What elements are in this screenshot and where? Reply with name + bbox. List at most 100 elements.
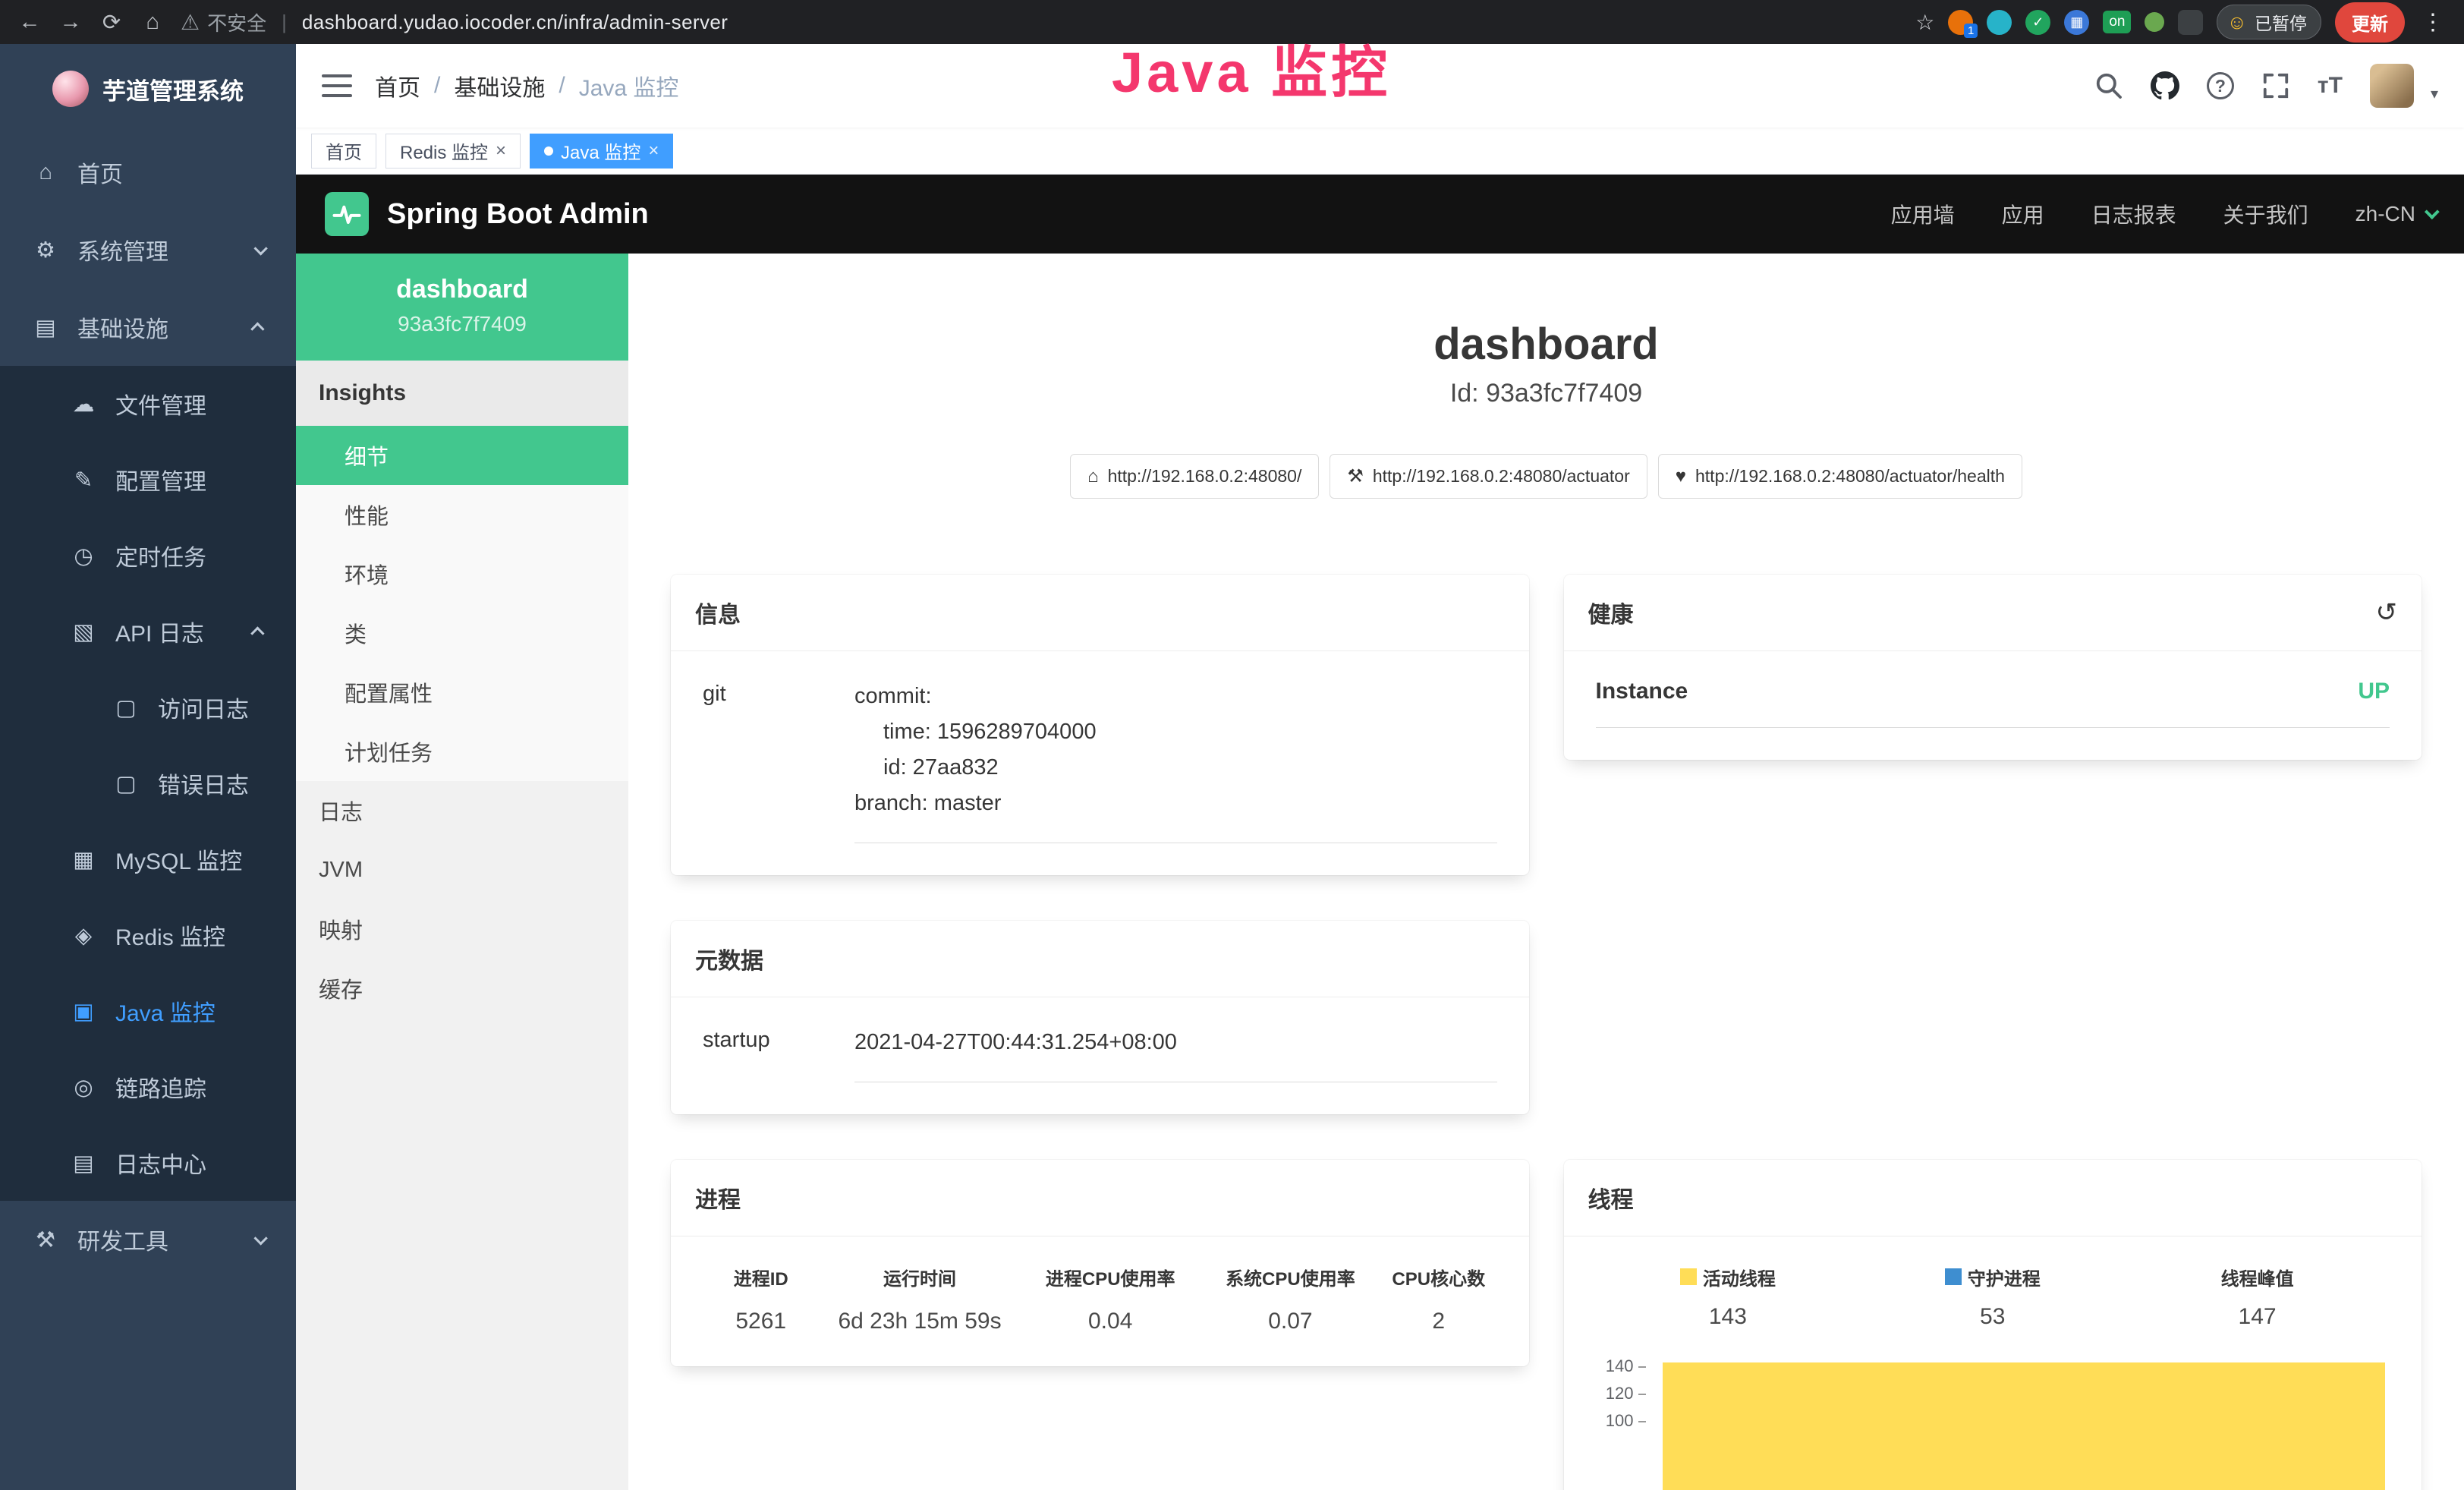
info-line: time: 1596289704000	[854, 714, 1497, 750]
browser-update-button[interactable]: 更新	[2335, 2, 2405, 43]
sidebar-item-log-center[interactable]: ▤ 日志中心	[0, 1125, 296, 1201]
hamburger-icon[interactable]	[322, 74, 352, 97]
security-warning[interactable]: ⚠ 不安全	[181, 8, 266, 36]
sidebar-item-mysql-monitor[interactable]: ▦ MySQL 监控	[0, 821, 296, 897]
sba-item-jvm[interactable]: JVM	[296, 840, 628, 899]
bookmark-star-icon[interactable]: ☆	[1915, 10, 1934, 35]
user-avatar[interactable]	[2370, 64, 2414, 108]
tab-home[interactable]: 首页	[311, 134, 376, 169]
sba-item-details[interactable]: 细节	[296, 426, 628, 485]
app-frame: 芋道管理系统 ⌂ 首页 ⚙ 系统管理 ▤ 基础设施	[0, 44, 2464, 1490]
sba-item-environment[interactable]: 环境	[296, 544, 628, 603]
extensions-puzzle-icon[interactable]	[2178, 10, 2203, 35]
link-health-url[interactable]: ♥ http://192.168.0.2:48080/actuator/heal…	[1658, 454, 2022, 499]
sba-group-insights[interactable]: Insights	[296, 361, 628, 426]
sba-nav-journal[interactable]: 日志报表	[2091, 199, 2176, 229]
browser-home-icon[interactable]: ⌂	[140, 10, 165, 35]
app-logo[interactable]: 芋道管理系统	[0, 44, 296, 134]
close-icon[interactable]: ×	[496, 142, 506, 160]
sidebar-item-access-logs[interactable]: ▢ 访问日志	[0, 669, 296, 745]
sba-item-classes[interactable]: 类	[296, 603, 628, 663]
sidebar-item-label: 系统管理	[77, 233, 168, 266]
sidebar-item-config-management[interactable]: ✎ 配置管理	[0, 442, 296, 518]
link-actuator-url[interactable]: ⚒ http://192.168.0.2:48080/actuator	[1330, 454, 1647, 499]
process-card-title: 进程	[695, 1181, 741, 1214]
avatar-caret-icon[interactable]: ▾	[2431, 84, 2438, 108]
history-icon[interactable]: ↺	[2376, 600, 2398, 625]
close-icon[interactable]: ×	[648, 142, 659, 160]
browser-back-icon[interactable]: ←	[17, 10, 42, 35]
sba-brand-title[interactable]: Spring Boot Admin	[387, 198, 649, 231]
sidebar-item-error-logs[interactable]: ▢ 错误日志	[0, 745, 296, 821]
sba-nav-about[interactable]: 关于我们	[2223, 199, 2308, 229]
process-col-value: 5261	[703, 1309, 819, 1334]
info-row-git: git commit: time: 1596289704000 id: 27aa…	[703, 679, 1497, 843]
tag-tabs-bar: 首页 Redis 监控 × Java 监控 ×	[296, 128, 2464, 175]
fullscreen-icon[interactable]	[2261, 71, 2290, 100]
sidebar-item-home[interactable]: ⌂ 首页	[0, 134, 296, 211]
tab-java-monitor[interactable]: Java 监控 ×	[530, 134, 673, 169]
threads-card-title: 线程	[1588, 1181, 1634, 1214]
github-icon[interactable]	[2151, 71, 2179, 100]
breadcrumb-infrastructure[interactable]: 基础设施	[454, 69, 545, 102]
address-bar[interactable]: dashboard.yudao.iocoder.cn/infra/admin-s…	[302, 11, 728, 34]
sidebar-item-redis-monitor[interactable]: ◈ Redis 监控	[0, 897, 296, 973]
paused-badge[interactable]: ☺ 已暂停	[2217, 5, 2321, 39]
info-card: 信息 git commit: time: 1596289704000 id: 2	[671, 575, 1529, 875]
sidebar-item-tracing[interactable]: ◎ 链路追踪	[0, 1049, 296, 1125]
annotation-java-monitor: Java 监控	[1112, 27, 1391, 109]
sba-logo-icon[interactable]	[325, 192, 369, 236]
sba-instance-header[interactable]: dashboard 93a3fc7f7409	[296, 254, 628, 361]
legend-value: 147	[2125, 1304, 2390, 1330]
sba-item-logs[interactable]: 日志	[296, 781, 628, 840]
wrench-icon: ⚒	[1347, 465, 1364, 487]
sba-item-mappings[interactable]: 映射	[296, 899, 628, 959]
sidebar-item-infrastructure[interactable]: ▤ 基础设施	[0, 288, 296, 366]
sba-item-scheduled-tasks[interactable]: 计划任务	[296, 722, 628, 781]
sba-item-caches[interactable]: 缓存	[296, 959, 628, 1018]
process-col-value: 0.04	[1021, 1309, 1201, 1334]
help-icon[interactable]: ?	[2207, 72, 2234, 99]
browser-menu-icon[interactable]: ⋮	[2418, 9, 2447, 36]
info-key: git	[703, 679, 854, 843]
process-col-header: CPU核心数	[1380, 1264, 1497, 1290]
metadata-line: 2021-04-27T00:44:31.254+08:00	[854, 1025, 1497, 1060]
home-icon: ⌂	[32, 160, 59, 185]
link-label: http://192.168.0.2:48080/actuator/health	[1695, 466, 2005, 487]
search-icon[interactable]	[2094, 71, 2123, 100]
process-col-header: 进程CPU使用率	[1021, 1264, 1201, 1290]
sidebar-item-label: Java 监控	[115, 994, 216, 1028]
extension-grid-icon[interactable]: ▦	[2064, 10, 2089, 35]
sidebar-item-scheduled-tasks[interactable]: ◷ 定时任务	[0, 518, 296, 594]
tab-redis-monitor[interactable]: Redis 监控 ×	[385, 134, 521, 169]
sidebar-item-file-management[interactable]: ☁ 文件管理	[0, 366, 296, 442]
sidebar-item-label: 定时任务	[115, 539, 206, 572]
chevron-down-icon	[2425, 204, 2440, 219]
sidebar-item-dev-tools[interactable]: ⚒ 研发工具	[0, 1201, 296, 1278]
breadcrumb-home[interactable]: 首页	[375, 69, 420, 102]
extension-switch-badge[interactable]: on	[2103, 11, 2131, 33]
sba-nav-wallboard[interactable]: 应用墙	[1891, 199, 1955, 229]
sba-nav-applications[interactable]: 应用	[2002, 199, 2044, 229]
sidebar-item-api-logs[interactable]: ▧ API 日志	[0, 594, 296, 669]
sba-item-config-props[interactable]: 配置属性	[296, 663, 628, 722]
sidebar-item-label: 研发工具	[77, 1223, 168, 1256]
font-size-icon[interactable]: тT	[2318, 73, 2343, 99]
extension-drop-icon[interactable]	[1987, 10, 2012, 35]
browser-reload-icon[interactable]: ⟳	[99, 9, 124, 36]
threads-card-body: 活动线程 143 守护进程	[1564, 1236, 2422, 1490]
sidebar-item-system-management[interactable]: ⚙ 系统管理	[0, 211, 296, 288]
info-line: commit:	[854, 679, 1497, 714]
sidebar-item-java-monitor[interactable]: ▣ Java 监控	[0, 973, 296, 1049]
extension-leaf-icon[interactable]	[2145, 12, 2164, 32]
home-icon: ⌂	[1087, 466, 1099, 487]
sba-locale-select[interactable]: zh-CN	[2355, 202, 2435, 226]
link-service-url[interactable]: ⌂ http://192.168.0.2:48080/	[1070, 454, 1319, 499]
sba-item-performance[interactable]: 性能	[296, 485, 628, 544]
browser-toolbar-right: ☆ 1 ✓ ▦ on ☺ 已暂停 更新 ⋮	[1915, 2, 2447, 43]
chevron-up-icon	[250, 322, 264, 335]
extension-check-icon[interactable]: ✓	[2025, 10, 2050, 35]
browser-forward-icon[interactable]: →	[58, 10, 83, 35]
health-instance-row[interactable]: Instance UP	[1596, 679, 2390, 728]
extension-fox-icon[interactable]: 1	[1948, 10, 1973, 35]
